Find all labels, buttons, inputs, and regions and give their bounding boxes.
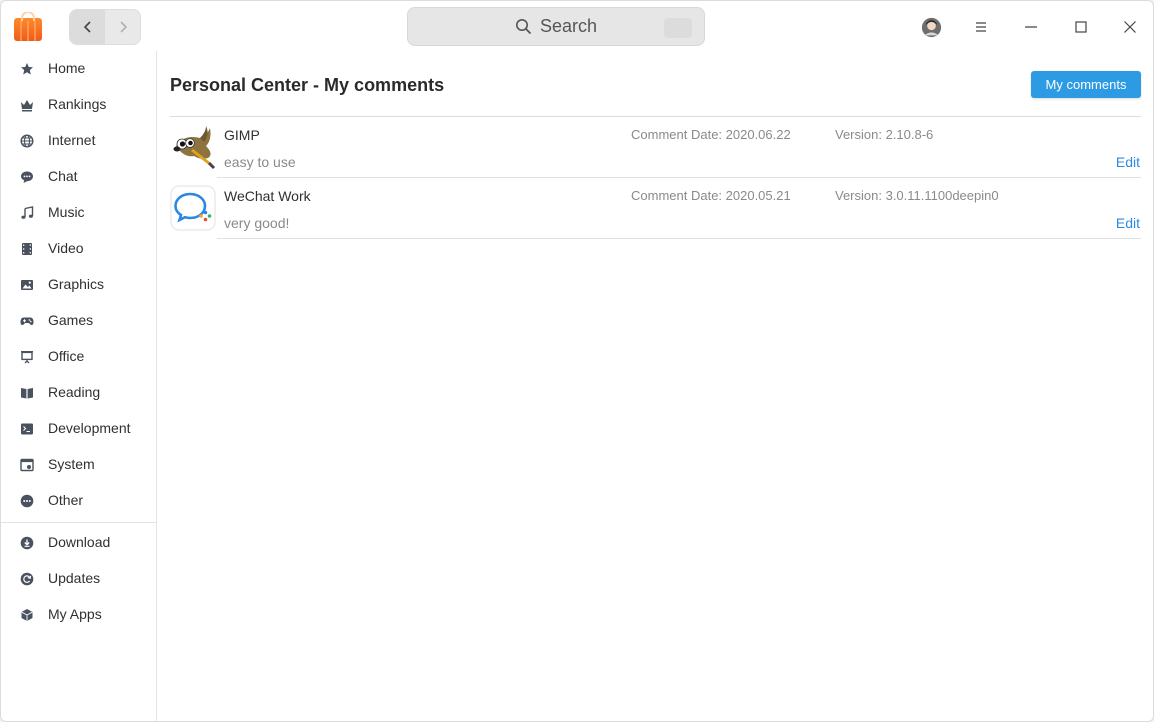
- sidebar: Home Rankings Internet Chat Music Video …: [1, 51, 157, 721]
- sidebar-item-label: Download: [48, 534, 111, 550]
- sidebar-item-other[interactable]: Other: [1, 483, 156, 519]
- sidebar-item-label: Home: [48, 60, 86, 76]
- maximize-icon: [1075, 21, 1087, 33]
- sidebar-item-internet[interactable]: Internet: [1, 123, 156, 159]
- my-comments-button[interactable]: My comments: [1031, 71, 1141, 98]
- book-icon: [21, 388, 33, 399]
- comment-text: very good!: [224, 215, 290, 231]
- star-icon: [21, 63, 33, 75]
- titlebar: Search: [1, 1, 1153, 51]
- app-version: Version: 2.10.8-6: [835, 127, 934, 142]
- sidebar-divider: [1, 522, 156, 523]
- film-icon: [22, 243, 32, 255]
- comment-date: Comment Date: 2020.05.21: [631, 188, 791, 203]
- navigation-buttons: [69, 9, 141, 45]
- app-store-window: Search Home Rankings Internet Chat Music…: [0, 0, 1154, 722]
- edit-comment-link[interactable]: Edit: [1116, 215, 1140, 231]
- globe-icon: [20, 134, 34, 148]
- sidebar-item-my-apps[interactable]: My Apps: [1, 597, 156, 633]
- app-name: GIMP: [224, 127, 260, 143]
- app-name: WeChat Work: [224, 188, 311, 204]
- sidebar-item-label: System: [48, 456, 95, 472]
- forward-button[interactable]: [105, 10, 140, 44]
- avatar-icon: [921, 17, 941, 37]
- sidebar-item-label: Development: [48, 420, 131, 436]
- sidebar-item-development[interactable]: Development: [1, 411, 156, 447]
- comment-row: WeChat Work very good! Comment Date: 202…: [170, 178, 1141, 239]
- page-title: Personal Center - My comments: [170, 75, 445, 95]
- sidebar-item-label: Games: [48, 312, 94, 328]
- back-button[interactable]: [70, 10, 105, 44]
- wechat-work-app-icon: [170, 185, 216, 231]
- close-button[interactable]: [1118, 14, 1142, 40]
- search-shortcut-hint: [664, 18, 692, 38]
- gimp-app-icon: [173, 126, 216, 170]
- gamepad-icon: [20, 317, 34, 325]
- sidebar-item-reading[interactable]: Reading: [1, 375, 156, 411]
- chevron-right-icon: [119, 21, 127, 33]
- sidebar-item-graphics[interactable]: Graphics: [1, 267, 156, 303]
- sidebar-item-label: Chat: [48, 168, 78, 184]
- sidebar-item-updates[interactable]: Updates: [1, 561, 156, 597]
- app-version: Version: 3.0.11.1100deepin0: [835, 188, 999, 203]
- chat-bubble-icon: [21, 171, 33, 183]
- presentation-icon: [21, 351, 33, 364]
- sidebar-item-label: Other: [48, 492, 84, 508]
- minimize-icon: [1025, 26, 1037, 28]
- sidebar-item-chat[interactable]: Chat: [1, 159, 156, 195]
- maximize-button[interactable]: [1069, 14, 1093, 40]
- comment-date: Comment Date: 2020.06.22: [631, 127, 791, 142]
- sidebar-item-home[interactable]: Home: [1, 51, 156, 87]
- hamburger-menu-icon: [976, 22, 986, 32]
- more-dots-icon: [20, 494, 34, 508]
- comment-row: GIMP easy to use Comment Date: 2020.06.2…: [170, 117, 1141, 178]
- sidebar-item-rankings[interactable]: Rankings: [1, 87, 156, 123]
- chevron-left-icon: [83, 21, 91, 33]
- terminal-icon: [21, 423, 33, 435]
- minimize-button[interactable]: [1019, 14, 1043, 40]
- sidebar-item-label: Reading: [48, 384, 101, 400]
- refresh-icon: [20, 572, 34, 586]
- main-menu-button[interactable]: [969, 14, 993, 40]
- sidebar-item-system[interactable]: System: [1, 447, 156, 483]
- sidebar-item-video[interactable]: Video: [1, 231, 156, 267]
- app-store-logo-icon: [14, 12, 42, 41]
- sidebar-item-games[interactable]: Games: [1, 303, 156, 339]
- user-avatar-button[interactable]: [919, 14, 943, 40]
- sidebar-item-label: Internet: [48, 132, 96, 148]
- row-divider: [217, 238, 1141, 239]
- edit-comment-link[interactable]: Edit: [1116, 154, 1140, 170]
- comment-text: easy to use: [224, 154, 296, 170]
- sidebar-item-label: Rankings: [48, 96, 107, 112]
- sidebar-item-label: Music: [48, 204, 85, 220]
- cube-icon: [21, 609, 33, 621]
- download-icon: [20, 536, 34, 550]
- search-placeholder: Search: [539, 16, 598, 36]
- sidebar-item-music[interactable]: Music: [1, 195, 156, 231]
- crown-icon: [21, 100, 33, 112]
- music-note-icon: [21, 206, 34, 219]
- sidebar-item-label: My Apps: [48, 606, 102, 622]
- image-icon: [21, 280, 33, 290]
- sidebar-item-label: Video: [48, 240, 84, 256]
- system-window-icon: [20, 458, 34, 472]
- sidebar-item-download[interactable]: Download: [1, 525, 156, 561]
- sidebar-item-label: Graphics: [48, 276, 105, 292]
- main-content: Personal Center - My comments My comment…: [157, 51, 1153, 721]
- search-icon: [515, 19, 532, 35]
- sidebar-item-office[interactable]: Office: [1, 339, 156, 375]
- sidebar-item-label: Updates: [48, 570, 101, 586]
- sidebar-item-label: Office: [48, 348, 85, 364]
- search-input[interactable]: Search: [407, 7, 705, 46]
- close-icon: [1124, 21, 1136, 33]
